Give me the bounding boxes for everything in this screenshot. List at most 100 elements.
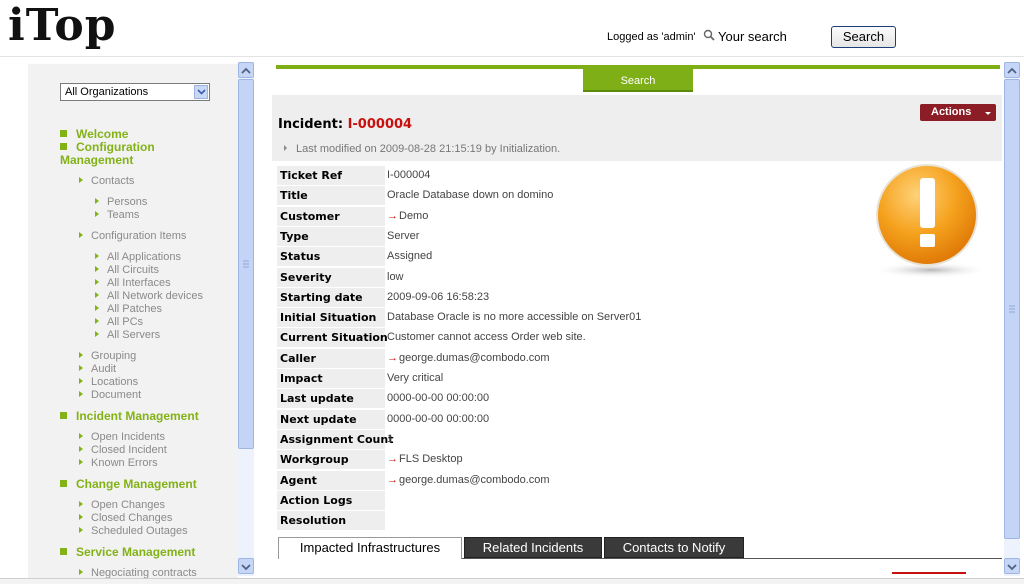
field-label: Caller <box>277 349 385 368</box>
organization-select-value: All Organizations <box>65 86 149 98</box>
arrow-right-icon <box>79 501 83 507</box>
field-row: Severity low <box>277 268 877 287</box>
field-value-link[interactable]: →FLS Desktop <box>387 450 463 469</box>
menu-item-grouping[interactable]: Grouping <box>79 350 136 363</box>
menu-heading-service-management[interactable]: Service Management <box>60 546 195 559</box>
field-label: Ticket Ref <box>277 166 385 185</box>
menu-item-configuration-items[interactable]: Configuration Items <box>79 230 186 243</box>
menu-item-all-patches[interactable]: All Patches <box>95 303 162 316</box>
caret-down-icon <box>985 112 991 115</box>
menu-item-teams[interactable]: Teams <box>95 209 139 222</box>
menu-item-all-pcs[interactable]: All PCs <box>95 316 143 329</box>
bullet-square-icon <box>60 130 67 137</box>
scroll-down-button[interactable] <box>1004 558 1020 574</box>
menu-item-audit[interactable]: Audit <box>79 363 116 376</box>
scroll-thumb[interactable] <box>238 79 254 449</box>
field-value: Very critical <box>387 372 444 384</box>
field-value: 0000-00-00 00:00:00 <box>387 413 490 425</box>
arrow-right-icon <box>79 514 83 520</box>
menu-heading-incident-management[interactable]: Incident Management <box>60 410 199 423</box>
field-row: Title Oracle Database down on domino <box>277 186 877 205</box>
chevron-down-icon <box>241 564 251 571</box>
grip-icon <box>1009 305 1015 313</box>
arrow-right-icon <box>79 177 83 183</box>
menu-heading-configuration-management-line2[interactable]: Management <box>60 154 133 167</box>
field-label: Customer <box>277 207 385 226</box>
field-value: Oracle Database down on domino <box>387 189 554 201</box>
menu-scrollbar[interactable] <box>238 62 254 576</box>
main-scrollbar[interactable] <box>1004 62 1020 576</box>
itop-logo[interactable]: iTop <box>8 0 117 51</box>
field-value: Server <box>387 230 420 242</box>
menu-item-document[interactable]: Document <box>79 389 141 402</box>
field-label: Current Situation <box>277 328 388 347</box>
field-label: Resolution <box>277 511 385 530</box>
field-row: Workgroup →FLS Desktop <box>277 450 877 469</box>
menu-item-closed-changes[interactable]: Closed Changes <box>79 512 172 525</box>
menu-item-known-errors[interactable]: Known Errors <box>79 457 158 470</box>
menu-item-all-network-devices[interactable]: All Network devices <box>95 290 203 303</box>
field-value: Database Oracle is no more accessible on… <box>387 311 642 323</box>
field-label: Workgroup <box>277 450 385 469</box>
field-row: Ticket Ref I-000004 <box>277 166 877 185</box>
field-row: Action Logs <box>277 491 877 510</box>
menu-heading-change-management[interactable]: Change Management <box>60 478 197 491</box>
itop-window: iTop Logged as 'admin' Your search Searc… <box>0 0 1024 584</box>
arrow-right-icon <box>95 292 99 298</box>
field-label: Type <box>277 227 385 246</box>
arrow-right-icon <box>95 318 99 324</box>
search-input-value[interactable]: Your search <box>718 29 787 44</box>
scroll-down-button[interactable] <box>238 558 254 574</box>
menu-item-all-interfaces[interactable]: All Interfaces <box>95 277 171 290</box>
main-content: Search Incident: I-000004 Last modified … <box>268 62 1004 580</box>
field-value: I-000004 <box>387 169 431 181</box>
menu-item-contacts[interactable]: Contacts <box>79 175 134 188</box>
field-label: Title <box>277 186 385 205</box>
menu-item-open-changes[interactable]: Open Changes <box>79 499 165 512</box>
field-value-link[interactable]: →Demo <box>387 207 428 226</box>
organization-select[interactable]: All Organizations <box>60 83 210 101</box>
menu-item-locations[interactable]: Locations <box>79 376 138 389</box>
field-row: Current Situation Customer cannot access … <box>277 328 877 347</box>
actions-button[interactable]: Actions <box>920 104 996 121</box>
tab-impacted-infrastructures[interactable]: Impacted Infrastructures <box>278 537 462 559</box>
arrow-right-icon <box>79 527 83 533</box>
scroll-up-button[interactable] <box>238 62 254 78</box>
field-row: Status Assigned <box>277 247 877 266</box>
search-toggle-tab[interactable]: Search <box>583 69 693 92</box>
field-row: Last update 0000-00-00 00:00:00 <box>277 389 877 408</box>
scroll-thumb[interactable] <box>1004 79 1020 539</box>
top-header: iTop Logged as 'admin' Your search Searc… <box>0 0 1024 57</box>
menu-item-open-incidents[interactable]: Open Incidents <box>79 431 165 444</box>
field-label: Assignment Count <box>277 430 393 449</box>
arrow-right-icon <box>284 145 287 151</box>
field-value-link[interactable]: →george.dumas@combodo.com <box>387 349 550 368</box>
menu-item-all-applications[interactable]: All Applications <box>95 251 181 264</box>
field-row: Agent →george.dumas@combodo.com <box>277 471 877 490</box>
field-value-link[interactable]: →george.dumas@combodo.com <box>387 471 550 490</box>
field-label: Starting date <box>277 288 385 307</box>
menu-item-persons[interactable]: Persons <box>95 196 147 209</box>
incident-label: Incident: <box>278 117 344 132</box>
field-value: Assigned <box>387 250 433 262</box>
menu-item-all-circuits[interactable]: All Circuits <box>95 264 159 277</box>
field-row: Caller →george.dumas@combodo.com <box>277 349 877 368</box>
chevron-up-icon <box>1007 67 1017 74</box>
menu-item-all-servers[interactable]: All Servers <box>95 329 160 342</box>
field-row: Starting date 2009-09-06 16:58:23 <box>277 288 877 307</box>
arrow-right-icon <box>79 446 83 452</box>
menu-item-closed-incident[interactable]: Closed Incident <box>79 444 167 457</box>
field-label: Agent <box>277 471 385 490</box>
menu-item-scheduled-outages[interactable]: Scheduled Outages <box>79 525 188 538</box>
magnifier-icon <box>703 29 715 41</box>
tab-contacts-to-notify[interactable]: Contacts to Notify <box>604 537 744 558</box>
tab-related-incidents[interactable]: Related Incidents <box>464 537 602 558</box>
field-value: Customer cannot access Order web site. <box>387 331 586 343</box>
menu-item-negociating-contracts[interactable]: Negociating contracts <box>79 567 197 578</box>
grip-icon <box>243 260 249 268</box>
field-row: Resolution <box>277 511 877 530</box>
search-button[interactable]: Search <box>831 26 896 48</box>
chevron-down-icon[interactable] <box>194 85 208 99</box>
scroll-up-button[interactable] <box>1004 62 1020 78</box>
right-arrow-link-icon: → <box>387 474 398 486</box>
